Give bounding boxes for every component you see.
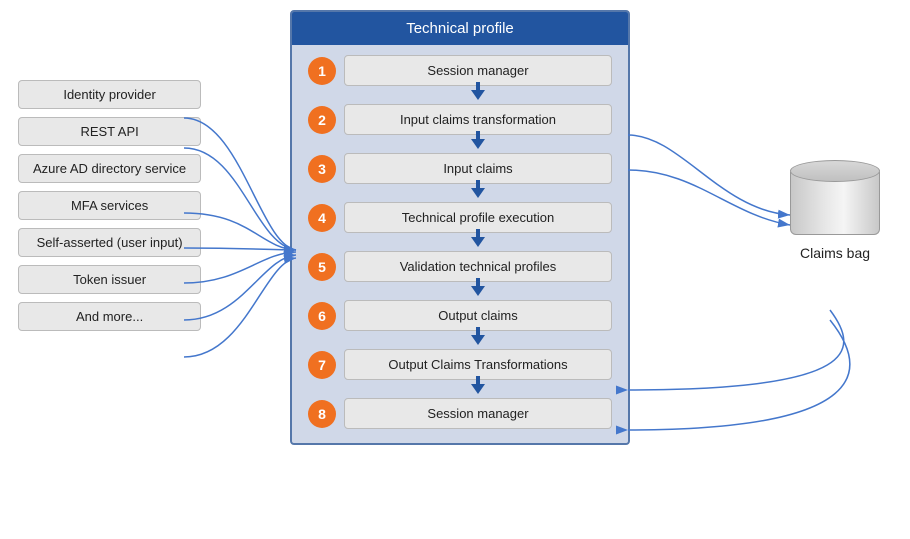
step-arrow-1-2 <box>308 86 612 104</box>
step-badge-6: 6 <box>308 302 336 330</box>
step-badge-2: 2 <box>308 106 336 134</box>
step-badge-5: 5 <box>308 253 336 281</box>
cylinder-icon <box>790 160 880 235</box>
left-box-token-issuer: Token issuer <box>18 265 201 294</box>
step-row-2: 2 Input claims transformation <box>308 104 612 135</box>
step-badge-1: 1 <box>308 57 336 85</box>
tp-steps: 1 Session manager 2 Input claims transfo… <box>292 45 628 429</box>
step-box-8: Session manager <box>344 398 612 429</box>
left-panel: Identity provider REST API Azure AD dire… <box>18 80 201 331</box>
left-box-identity-provider: Identity provider <box>18 80 201 109</box>
step-row-7: 7 Output Claims Transformations <box>308 349 612 380</box>
step-row-4: 4 Technical profile execution <box>308 202 612 233</box>
step-row-1: 1 Session manager <box>308 55 612 86</box>
step-arrow-5-6 <box>308 282 612 300</box>
claims-bag-label: Claims bag <box>800 245 870 261</box>
step-arrow-3-4 <box>308 184 612 202</box>
step-row-3: 3 Input claims <box>308 153 612 184</box>
cylinder-top <box>790 160 880 182</box>
step-arrow-7-8 <box>308 380 612 398</box>
technical-profile-panel: Technical profile 1 Session manager 2 In… <box>290 10 630 445</box>
tp-header: Technical profile <box>292 12 628 45</box>
left-box-and-more: And more... <box>18 302 201 331</box>
diagram-container: Identity provider REST API Azure AD dire… <box>0 0 910 539</box>
left-box-mfa: MFA services <box>18 191 201 220</box>
step-badge-7: 7 <box>308 351 336 379</box>
step-badge-4: 4 <box>308 204 336 232</box>
left-box-self-asserted: Self-asserted (user input) <box>18 228 201 257</box>
claims-bag: Claims bag <box>790 160 880 261</box>
step-badge-3: 3 <box>308 155 336 183</box>
step-row-6: 6 Output claims <box>308 300 612 331</box>
step-row-8: 8 Session manager <box>308 398 612 429</box>
step-arrow-4-5 <box>308 233 612 251</box>
step-arrow-6-7 <box>308 331 612 349</box>
left-box-rest-api: REST API <box>18 117 201 146</box>
step-badge-8: 8 <box>308 400 336 428</box>
left-box-azure-ad: Azure AD directory service <box>18 154 201 183</box>
step-row-5: 5 Validation technical profiles <box>308 251 612 282</box>
step-arrow-2-3 <box>308 135 612 153</box>
